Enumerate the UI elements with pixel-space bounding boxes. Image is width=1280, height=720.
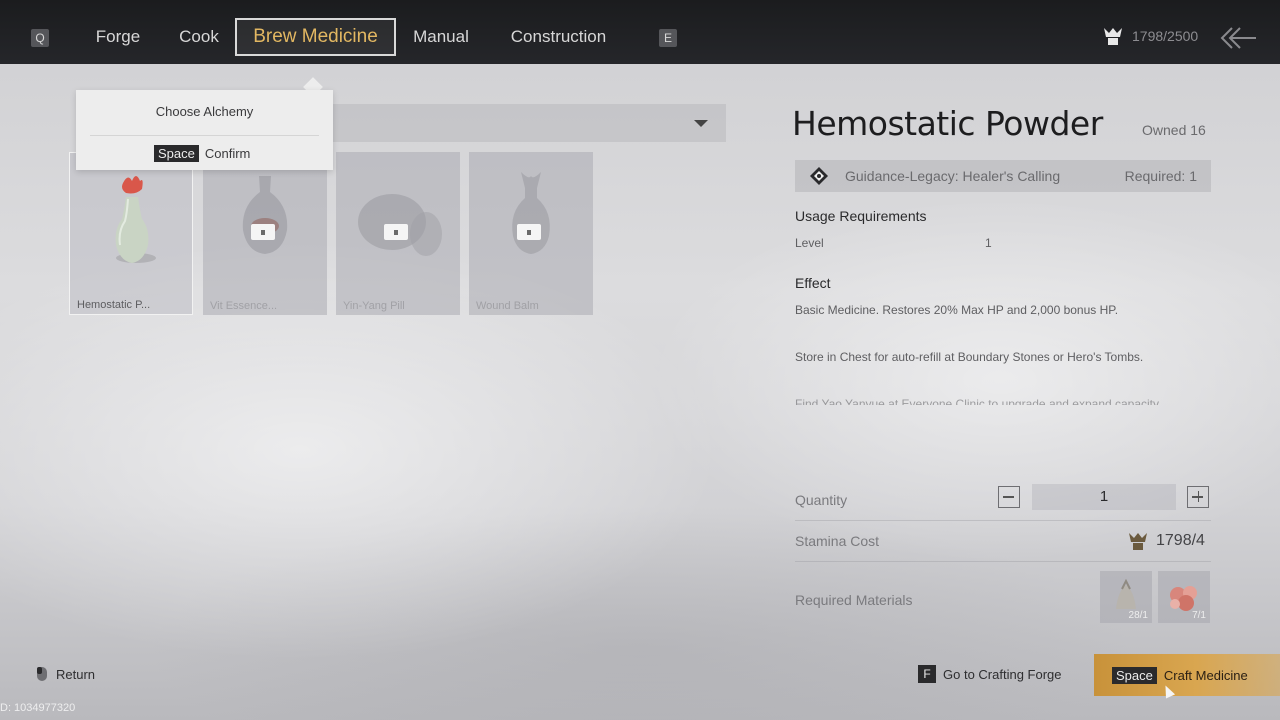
material-slot-1[interactable]: 28/1 [1100,571,1152,623]
recipe-card-locked-1[interactable]: Vit Essence... [203,152,327,315]
level-label: Level [795,236,824,250]
item-title: Hemostatic Powder [792,104,1103,143]
back-button[interactable] [1218,24,1258,52]
stamina-cost-value: 1798/4 [1156,532,1205,549]
level-value: 1 [985,236,992,250]
owned-count: Owned 16 [1142,122,1206,138]
choose-alchemy-tooltip: Choose Alchemy Space Confirm [76,90,333,170]
tab-construction[interactable]: Construction [500,18,617,56]
double-chevron-left-icon [1220,27,1256,49]
confirm-hint[interactable]: Space Confirm [154,145,250,162]
tab-forge[interactable]: Forge [86,18,150,56]
caret-down-icon[interactable] [694,120,708,127]
recipe-name: Yin-Yang Pill [343,300,405,312]
quantity-label: Quantity [795,492,848,508]
mouse-icon [37,667,47,681]
lock-icon [517,224,541,240]
material-count: 7/1 [1192,610,1206,621]
recipe-card-locked-3[interactable]: Wound Balm [469,152,593,315]
tab-cook[interactable]: Cook [170,18,228,56]
craft-medicine-label: Craft Medicine [1163,667,1248,683]
bottle-icon [512,172,550,254]
lock-icon [384,224,408,240]
gourd-bottle-icon [242,176,288,254]
required-materials-label: Required Materials [795,592,913,608]
diamond-emblem-icon [810,167,828,185]
medicine-vase-icon [115,176,156,263]
go-to-forge-label: Go to Crafting Forge [943,666,1062,682]
stamina-cost-label: Stamina Cost [795,533,880,549]
stamina-indicator: 1798/2500 [1100,24,1198,48]
quantity-increase-button[interactable] [1187,486,1209,508]
material-slot-2[interactable]: 7/1 [1158,571,1210,623]
e-key-hint[interactable]: E [659,29,677,47]
return-button[interactable]: Return [36,666,95,682]
player-uid: D: 1034977320 [0,702,76,714]
tab-brew-medicine[interactable]: Brew Medicine [235,18,396,56]
lock-icon [251,224,275,240]
craft-medicine-button[interactable]: Space Craft Medicine [1094,654,1280,696]
stamina-cost: 1798/4 [1126,530,1205,552]
quantity-decrease-button[interactable] [998,486,1020,508]
tooltip-divider [90,135,319,136]
space-key-hint: Space [154,145,199,162]
recipe-name: Hemostatic P... [77,299,151,311]
quantity-input[interactable]: 1 [1032,484,1176,510]
recipe-card-locked-2[interactable]: Yin-Yang Pill [336,152,460,315]
divider [795,561,1211,562]
f-key-hint: F [918,665,936,683]
space-key-hint: Space [1112,666,1157,684]
go-to-crafting-forge-button[interactable]: F Go to Crafting Forge [918,665,1062,683]
stamina-icon [1129,533,1147,550]
top-nav-bar: Q Forge Cook Brew Medicine Manual Constr… [0,0,1280,64]
effect-heading: Effect [795,275,831,291]
effect-text-1: Basic Medicine. Restores 20% Max HP and … [795,303,1119,317]
usage-requirements-heading: Usage Requirements [795,208,927,224]
legacy-requirement: Guidance-Legacy: Healer's Calling Requir… [795,160,1211,192]
effect-text-3: Find Yao Yanyue at Everyone Clinic to up… [795,397,1162,405]
stamina-value: 1798/2500 [1132,28,1199,44]
effect-text-2: Store in Chest for auto-refill at Bounda… [795,350,1144,364]
return-label: Return [56,666,96,682]
effect-scroll-clip: Find Yao Yanyue at Everyone Clinic to up… [795,393,1215,405]
confirm-label: Confirm [204,146,251,161]
material-count: 28/1 [1128,610,1148,621]
jar-icon [358,194,442,256]
recipe-name: Wound Balm [476,300,539,312]
stamina-icon [1104,28,1122,45]
recipe-card-hemostatic-powder[interactable]: Hemostatic P... [69,152,193,315]
recipe-name: Vit Essence... [210,300,278,312]
legacy-name: Guidance-Legacy: Healer's Calling [845,168,1061,184]
q-key-hint[interactable]: Q [31,29,49,47]
legacy-required: Required: 1 [1124,168,1197,184]
tab-manual[interactable]: Manual [402,18,480,56]
tooltip-title: Choose Alchemy [155,104,254,119]
divider [795,520,1211,521]
